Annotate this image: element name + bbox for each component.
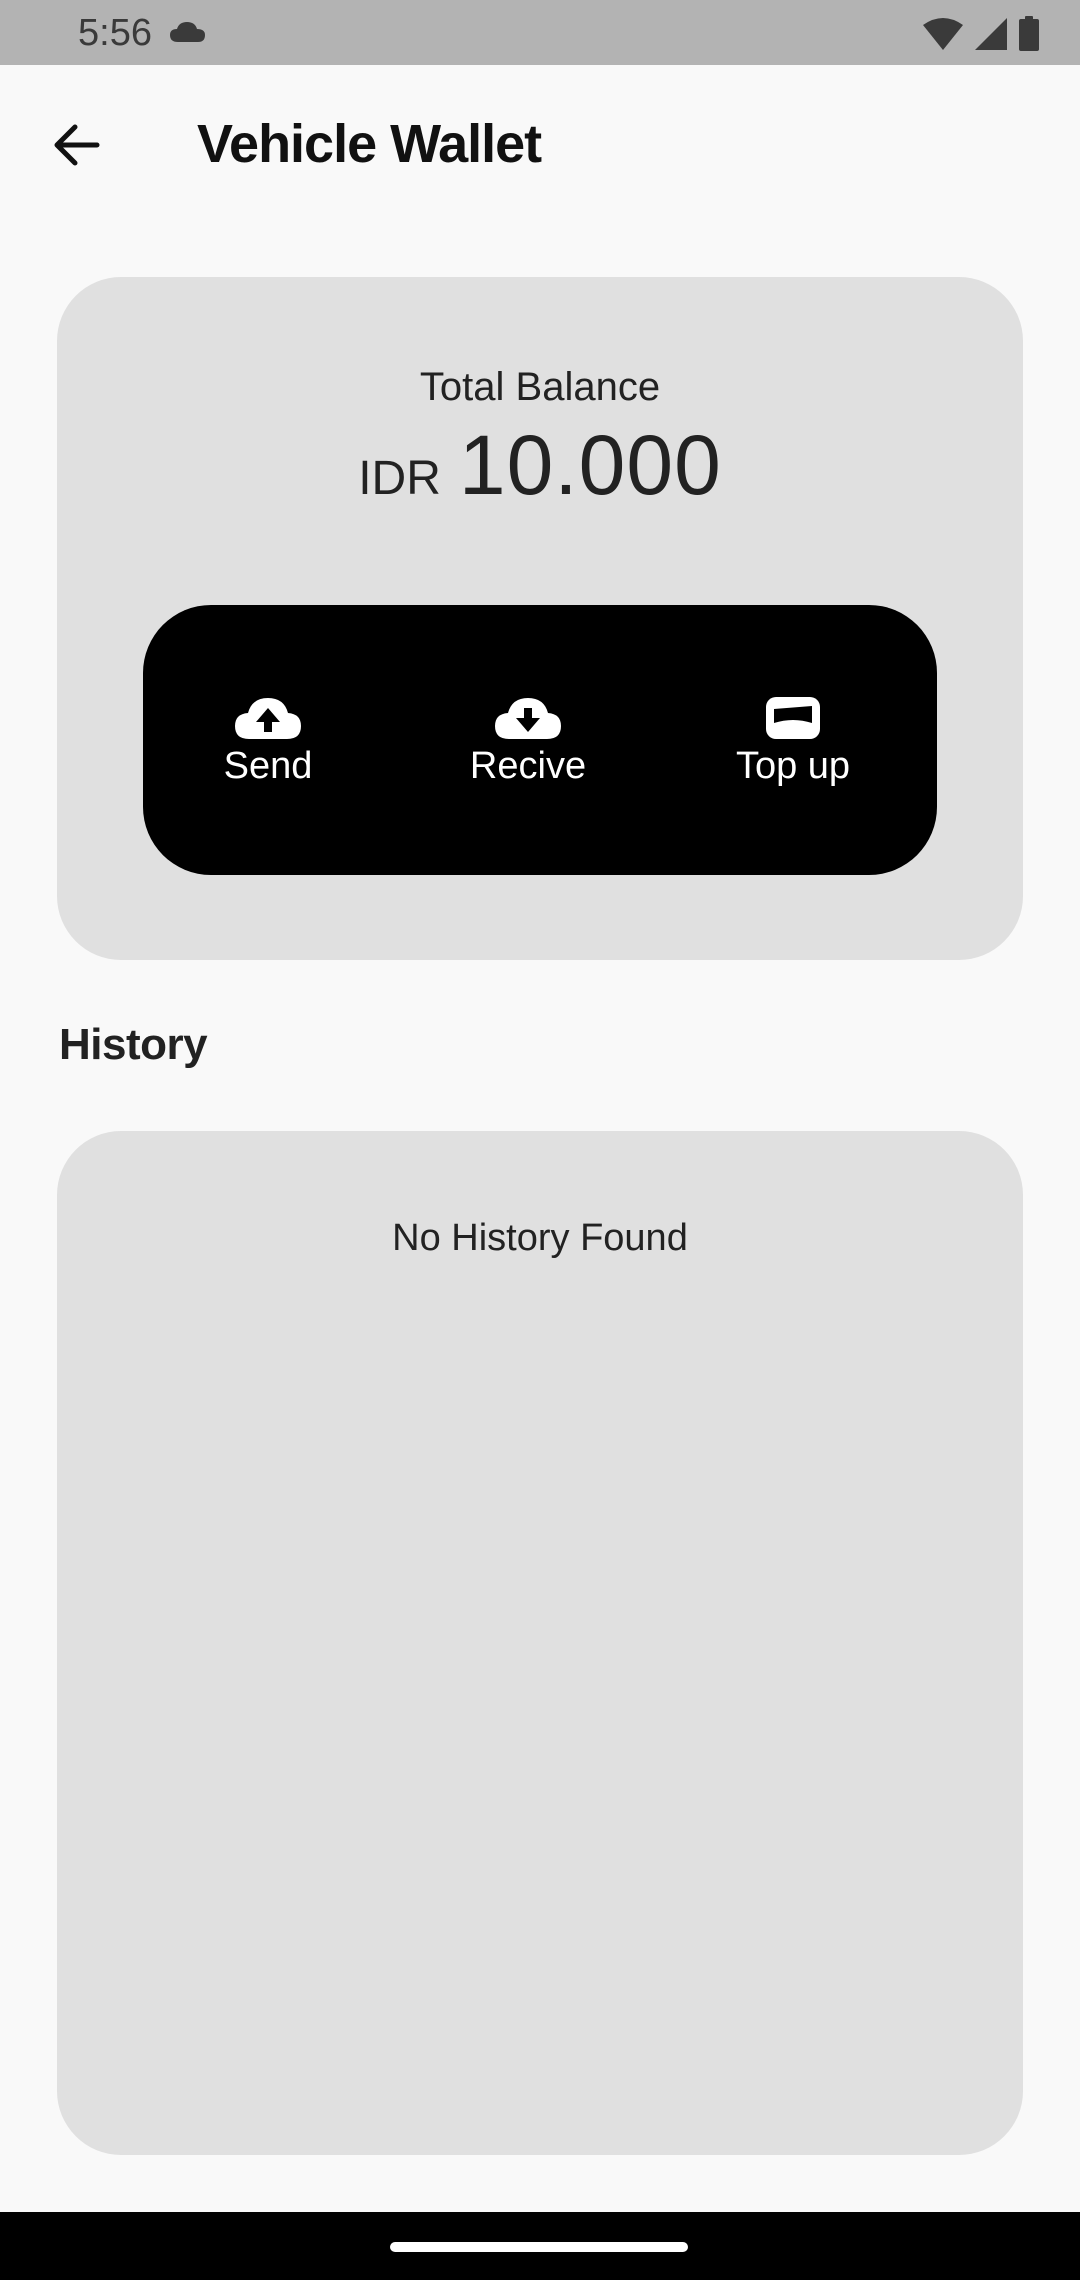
balance-currency: IDR [358,452,441,505]
arrow-left-icon [51,123,101,172]
home-handle[interactable] [390,2242,688,2252]
send-button[interactable]: Send [183,605,353,875]
history-title: History [59,1020,208,1069]
cloud-upload-icon [233,693,303,743]
balance-card: Total Balance IDR 10.000 Send Recive Top… [57,277,1023,960]
receive-label: Recive [469,744,587,787]
status-time: 5:56 [78,12,152,54]
cloud-download-icon [493,693,563,743]
app-bar: Vehicle Wallet [0,65,1080,225]
cloud-icon [168,20,208,44]
receive-button[interactable]: Recive [433,605,623,875]
top-up-button[interactable]: Top up [703,605,883,875]
history-empty-text: No History Found [392,1217,688,1259]
send-label: Send [223,744,313,787]
history-card: No History Found [57,1131,1023,2155]
balance-label: Total Balance [419,365,661,409]
top-up-label: Top up [735,744,851,787]
battery-icon [1018,16,1040,57]
wallet-icon [758,693,828,743]
action-panel: Send Recive Top up [143,605,937,875]
status-bar: 5:56 [0,0,1080,65]
status-icons [922,16,1040,57]
balance-amount: 10.000 [458,418,722,512]
page-title: Vehicle Wallet [197,114,542,174]
wifi-icon [922,17,964,56]
back-button[interactable] [38,109,114,185]
navigation-bar [0,2212,1080,2280]
balance-row: IDR 10.000 [57,417,1023,514]
signal-icon [974,17,1008,56]
